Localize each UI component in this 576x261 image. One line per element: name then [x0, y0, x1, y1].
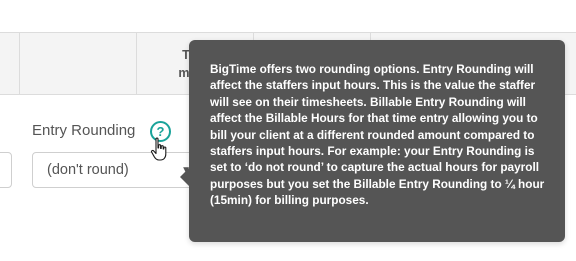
day-column: [19, 33, 136, 94]
tooltip-text: BigTime offers two rounding options. Ent…: [210, 62, 545, 208]
entry-rounding-label: Entry Rounding: [32, 122, 136, 139]
timesheet-settings-view: THU mm/d F m Entry Rounding ? (don't rou…: [0, 0, 576, 261]
day-column: [0, 33, 19, 94]
previous-input-field[interactable]: [0, 152, 12, 188]
entry-rounding-tooltip: BigTime offers two rounding options. Ent…: [180, 40, 565, 242]
hand-pointer-cursor-icon: [150, 137, 167, 161]
entry-rounding-select-value: (don't round): [47, 162, 129, 178]
